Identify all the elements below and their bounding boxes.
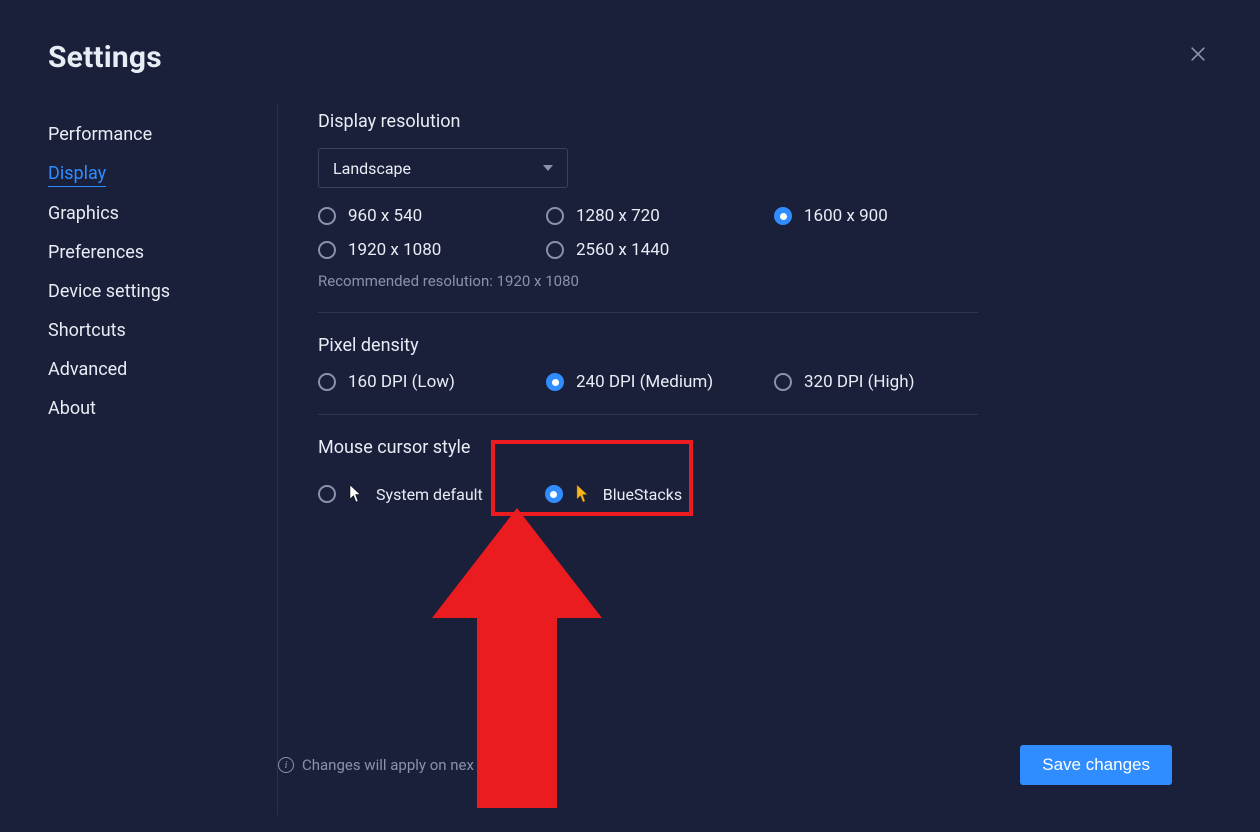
radio-icon bbox=[774, 373, 792, 391]
cursor-options: System default BlueStacks bbox=[318, 474, 1212, 514]
cursor-option-bluestacks[interactable]: BlueStacks bbox=[531, 474, 696, 514]
dpi-option-160[interactable]: 160 DPI (Low) bbox=[318, 372, 546, 392]
dpi-label: 160 DPI (Low) bbox=[348, 372, 455, 392]
info-icon: i bbox=[278, 757, 294, 773]
settings-sidebar: Performance Display Graphics Preferences… bbox=[48, 103, 278, 815]
radio-icon bbox=[545, 485, 563, 503]
cursor-style-heading: Mouse cursor style bbox=[318, 437, 1212, 458]
pixel-density-heading: Pixel density bbox=[318, 335, 1212, 356]
dpi-option-240[interactable]: 240 DPI (Medium) bbox=[546, 372, 774, 392]
resolution-option-2560x1440[interactable]: 2560 x 1440 bbox=[546, 240, 774, 260]
divider bbox=[318, 414, 978, 415]
apply-note: i Changes will apply on nex bbox=[278, 756, 474, 774]
radio-icon bbox=[546, 373, 564, 391]
orientation-select-value: Landscape bbox=[333, 159, 411, 178]
sidebar-item-graphics[interactable]: Graphics bbox=[48, 194, 119, 233]
radio-icon bbox=[318, 207, 336, 225]
sidebar-item-preferences[interactable]: Preferences bbox=[48, 233, 144, 272]
resolution-option-960x540[interactable]: 960 x 540 bbox=[318, 206, 546, 226]
resolution-label: 960 x 540 bbox=[348, 206, 422, 226]
resolution-label: 1920 x 1080 bbox=[348, 240, 441, 260]
cursor-bluestacks-icon bbox=[575, 484, 591, 504]
resolution-label: 2560 x 1440 bbox=[576, 240, 669, 260]
settings-content: Display resolution Landscape 960 x 540 1… bbox=[278, 103, 1212, 815]
save-changes-button[interactable]: Save changes bbox=[1020, 745, 1172, 785]
resolution-option-1600x900[interactable]: 1600 x 900 bbox=[774, 206, 1002, 226]
cursor-label: System default bbox=[376, 485, 483, 504]
dpi-label: 320 DPI (High) bbox=[804, 372, 915, 392]
sidebar-item-performance[interactable]: Performance bbox=[48, 115, 152, 154]
display-resolution-heading: Display resolution bbox=[318, 111, 1212, 132]
resolution-label: 1600 x 900 bbox=[804, 206, 888, 226]
sidebar-item-advanced[interactable]: Advanced bbox=[48, 350, 127, 389]
radio-icon bbox=[774, 207, 792, 225]
divider bbox=[318, 312, 978, 313]
apply-note-text: Changes will apply on nex bbox=[302, 756, 474, 774]
sidebar-item-about[interactable]: About bbox=[48, 389, 96, 428]
resolution-option-1920x1080[interactable]: 1920 x 1080 bbox=[318, 240, 546, 260]
chevron-down-icon bbox=[543, 165, 553, 171]
sidebar-item-display[interactable]: Display bbox=[48, 154, 106, 187]
radio-icon bbox=[546, 241, 564, 259]
resolution-label: 1280 x 720 bbox=[576, 206, 660, 226]
resolution-options: 960 x 540 1280 x 720 1600 x 900 1920 x 1… bbox=[318, 206, 1212, 260]
sidebar-item-device-settings[interactable]: Device settings bbox=[48, 272, 170, 311]
resolution-option-1280x720[interactable]: 1280 x 720 bbox=[546, 206, 774, 226]
close-button[interactable] bbox=[1188, 44, 1216, 72]
cursor-default-icon bbox=[348, 484, 364, 504]
cursor-label: BlueStacks bbox=[603, 485, 682, 504]
page-title: Settings bbox=[48, 40, 1212, 75]
orientation-select[interactable]: Landscape bbox=[318, 148, 568, 188]
settings-window: Settings Performance Display Graphics Pr… bbox=[0, 0, 1260, 832]
radio-icon bbox=[546, 207, 564, 225]
footer-bar: i Changes will apply on nex Save changes bbox=[278, 745, 1172, 785]
dpi-options: 160 DPI (Low) 240 DPI (Medium) 320 DPI (… bbox=[318, 372, 1212, 392]
radio-icon bbox=[318, 241, 336, 259]
cursor-option-system-default[interactable]: System default bbox=[318, 474, 497, 514]
close-icon bbox=[1188, 44, 1208, 64]
dpi-label: 240 DPI (Medium) bbox=[576, 372, 713, 392]
sidebar-item-shortcuts[interactable]: Shortcuts bbox=[48, 311, 126, 350]
radio-icon bbox=[318, 373, 336, 391]
recommended-resolution-hint: Recommended resolution: 1920 x 1080 bbox=[318, 272, 1212, 290]
radio-icon bbox=[318, 485, 336, 503]
dpi-option-320[interactable]: 320 DPI (High) bbox=[774, 372, 1002, 392]
